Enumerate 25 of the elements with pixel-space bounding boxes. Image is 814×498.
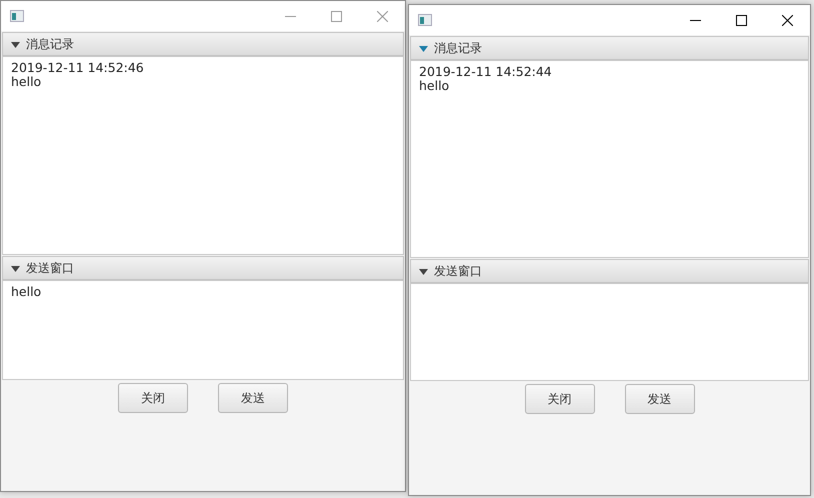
message-line: 2019-12-11 14:52:46	[11, 61, 145, 75]
pane-title: 发送窗口	[434, 262, 482, 280]
close-icon	[782, 14, 792, 26]
pane-header[interactable]: 消息记录	[410, 36, 809, 60]
maximize-icon	[330, 10, 342, 22]
pane-title: 发送窗口	[26, 260, 74, 276]
pane-header[interactable]: 发送窗口	[410, 259, 809, 283]
close-window-button[interactable]: 关闭	[118, 383, 188, 413]
pane-header[interactable]: 发送窗口	[2, 256, 404, 280]
message-line: hello	[11, 75, 42, 89]
message-line: hello	[11, 285, 42, 299]
send-button[interactable]: 发送	[624, 384, 694, 414]
send-button[interactable]: 发送	[218, 383, 288, 413]
pane-title: 消息记录	[26, 36, 74, 52]
maximize-icon	[736, 14, 746, 26]
pane-header[interactable]: 消息记录	[2, 32, 404, 56]
pane-title: 消息记录	[434, 40, 482, 56]
message-line: hello	[419, 79, 450, 93]
close-icon	[376, 10, 388, 22]
message-line: 2019-12-11 14:52:44	[419, 65, 553, 79]
message-input[interactable]	[410, 283, 809, 381]
app-icon	[10, 10, 24, 22]
app-icon	[418, 14, 432, 26]
message-input[interactable]: hello	[2, 280, 404, 380]
close-window-button[interactable]: 关闭	[524, 384, 594, 414]
